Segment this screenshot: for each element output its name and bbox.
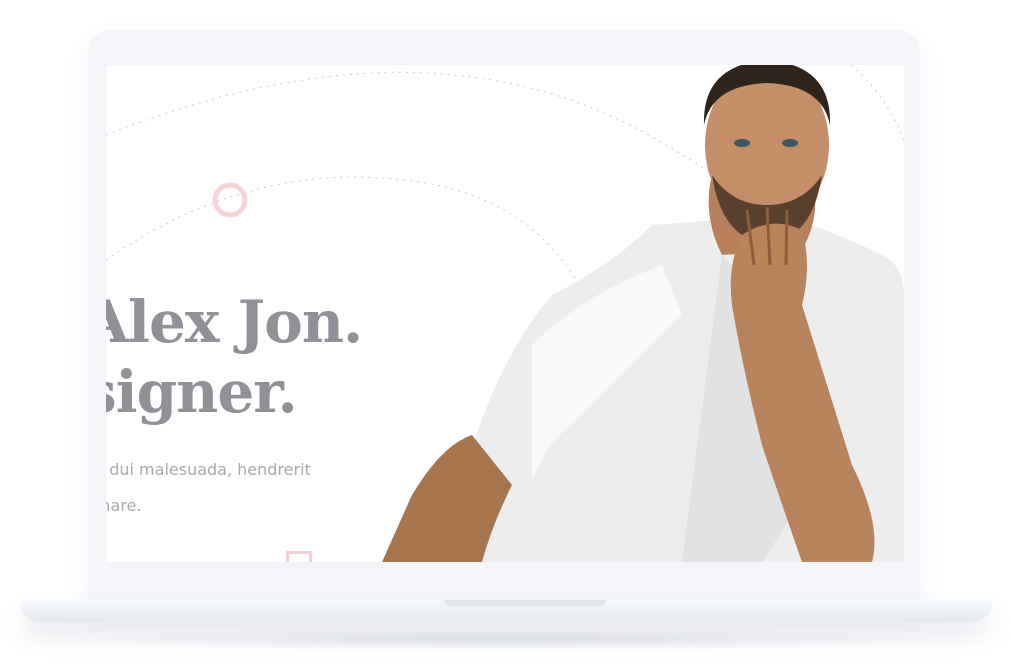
hero-lead-line2: rnare. (106, 496, 142, 515)
laptop-screen: Alex Jon. signer. n dui malesuada, hendr… (106, 65, 904, 562)
hero-headline-line1: Alex Jon. (106, 288, 363, 356)
hero-lead-line1: n dui malesuada, hendrerit (106, 460, 311, 479)
laptop-base (20, 600, 992, 622)
hero-lead-text: n dui malesuada, hendrerit rnare. (106, 452, 311, 524)
hero-headline: Alex Jon. signer. (106, 287, 363, 427)
laptop-mockup: Alex Jon. signer. n dui malesuada, hendr… (0, 0, 1011, 670)
hero-headline-line2: signer. (106, 358, 298, 426)
decorative-pink-square (286, 551, 312, 562)
hero-portrait-image (382, 65, 904, 562)
laptop-base-notch (444, 600, 606, 606)
laptop-shadow (60, 628, 950, 650)
